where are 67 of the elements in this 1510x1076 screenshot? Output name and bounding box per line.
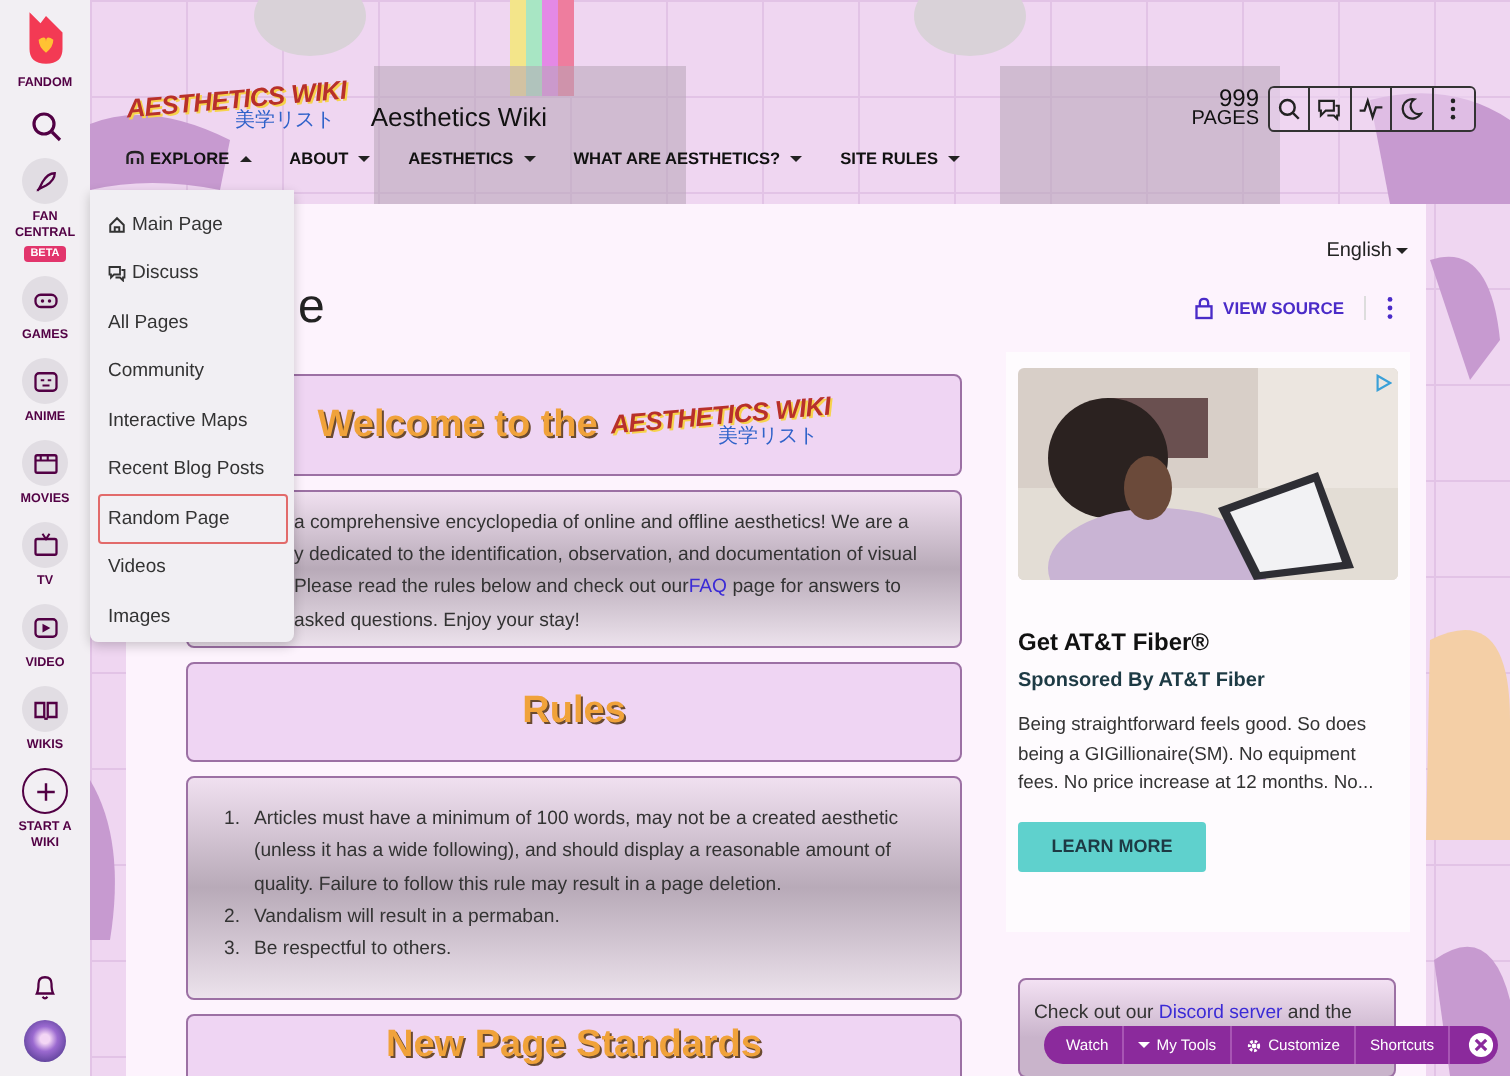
plus-icon[interactable] bbox=[22, 768, 68, 814]
wiki-title[interactable]: Aesthetics Wiki bbox=[370, 101, 547, 131]
discuss-button[interactable] bbox=[1310, 87, 1351, 129]
rule-text: Vandalism will result in a permaban. bbox=[254, 903, 560, 932]
menu-item[interactable]: All Pages bbox=[98, 298, 288, 347]
page-count: 999 PAGES bbox=[1191, 87, 1259, 129]
ad-text: Being straightforward feels good. So does being a GIGillionaire(SM). No equipment fees. No price increase at 12 months. No... bbox=[1018, 710, 1376, 796]
arch-icon bbox=[126, 150, 144, 166]
movie-icon[interactable] bbox=[22, 440, 68, 486]
faq-link[interactable]: FAQ bbox=[688, 576, 728, 599]
menu-item[interactable]: Community bbox=[98, 347, 288, 396]
list-number: 1. bbox=[224, 806, 242, 834]
nav-tab[interactable]: ABOUT bbox=[289, 148, 371, 168]
intro-text: a comprehensive encyclopedia of online and offline aesthetics! We are a bbox=[294, 510, 911, 538]
tv-icon[interactable] bbox=[22, 522, 68, 568]
nav-tab[interactable]: SITE RULES bbox=[840, 148, 960, 168]
home-icon bbox=[108, 215, 126, 234]
close-icon[interactable] bbox=[1468, 1032, 1494, 1058]
learn-more-button[interactable]: LEARN MORE bbox=[1018, 821, 1206, 871]
page-title: e bbox=[298, 284, 325, 332]
discuss-icon bbox=[1316, 95, 1343, 121]
anime-icon[interactable] bbox=[22, 358, 68, 404]
menu-item[interactable]: Main Page bbox=[98, 200, 288, 249]
intro-text: y dedicated to the identification, observation, and documentation of visual bbox=[294, 542, 919, 571]
more-button[interactable] bbox=[1433, 87, 1474, 129]
menu-item[interactable]: Discuss bbox=[98, 249, 288, 298]
language-selector[interactable]: English bbox=[1326, 240, 1408, 262]
activity-icon bbox=[1357, 95, 1384, 121]
theme-button[interactable] bbox=[1392, 87, 1433, 129]
discord-text: Check out our Discord server and the bbox=[1034, 1002, 1352, 1024]
more-icon[interactable] bbox=[1386, 296, 1394, 320]
list-number: 2. bbox=[224, 903, 242, 932]
activity-button[interactable] bbox=[1351, 87, 1392, 129]
avatar[interactable] bbox=[24, 1020, 66, 1062]
intro-text: Please read the rules below and check out ourFAQ page for answers to bbox=[294, 574, 903, 603]
bell-icon[interactable] bbox=[32, 972, 58, 1002]
nav-tab[interactable]: EXPLORE bbox=[126, 148, 252, 168]
rules-heading: Rules bbox=[522, 690, 626, 734]
search-icon bbox=[1275, 95, 1302, 121]
list-number: 3. bbox=[224, 936, 242, 965]
video-icon[interactable] bbox=[22, 604, 68, 650]
search-button[interactable] bbox=[1269, 87, 1310, 129]
intro-text: asked questions. Enjoy your stay! bbox=[294, 607, 582, 636]
nav-tab[interactable]: AESTHETICS bbox=[408, 148, 536, 168]
welcome-heading: Welcome to the bbox=[317, 403, 598, 447]
standards-heading: New Page Standards bbox=[386, 1024, 762, 1068]
lock-icon bbox=[1193, 296, 1214, 320]
wiki-logo[interactable]: AESTHETICS WIKI 美学リスト bbox=[126, 85, 347, 131]
menu-item[interactable]: Random Page bbox=[98, 494, 288, 543]
discussion-icon bbox=[108, 264, 126, 283]
ad-sponsor: Sponsored By AT&T Fiber bbox=[1018, 670, 1267, 692]
theme-icon bbox=[1398, 95, 1425, 121]
book-icon[interactable] bbox=[22, 686, 68, 732]
caret-icon bbox=[1138, 1042, 1151, 1048]
menu-item[interactable]: Videos bbox=[98, 543, 288, 592]
gear-icon bbox=[1246, 1037, 1263, 1053]
gamepad-icon[interactable] bbox=[22, 276, 68, 322]
discord-link[interactable]: Discord server bbox=[1158, 1002, 1283, 1024]
ad-title[interactable]: Get AT&T Fiber® bbox=[1018, 628, 1398, 656]
menu-item[interactable]: Images bbox=[98, 592, 288, 641]
view-source-button[interactable]: VIEW SOURCE bbox=[1193, 296, 1344, 320]
menu-item[interactable]: Recent Blog Posts bbox=[98, 445, 288, 494]
rule-text: Articles must have a minimum of 100 words, may not be a created aesthetic (unless it has a wide following), and should display a reasonable amount of quality. Failure to follow this rule may result in a page deletion. bbox=[254, 806, 901, 900]
menu-item[interactable]: Interactive Maps bbox=[98, 396, 288, 445]
rule-text: Be respectful to others. bbox=[254, 936, 452, 965]
nav-tab[interactable]: WHAT ARE AESTHETICS? bbox=[573, 148, 803, 168]
search-icon[interactable] bbox=[29, 110, 61, 142]
